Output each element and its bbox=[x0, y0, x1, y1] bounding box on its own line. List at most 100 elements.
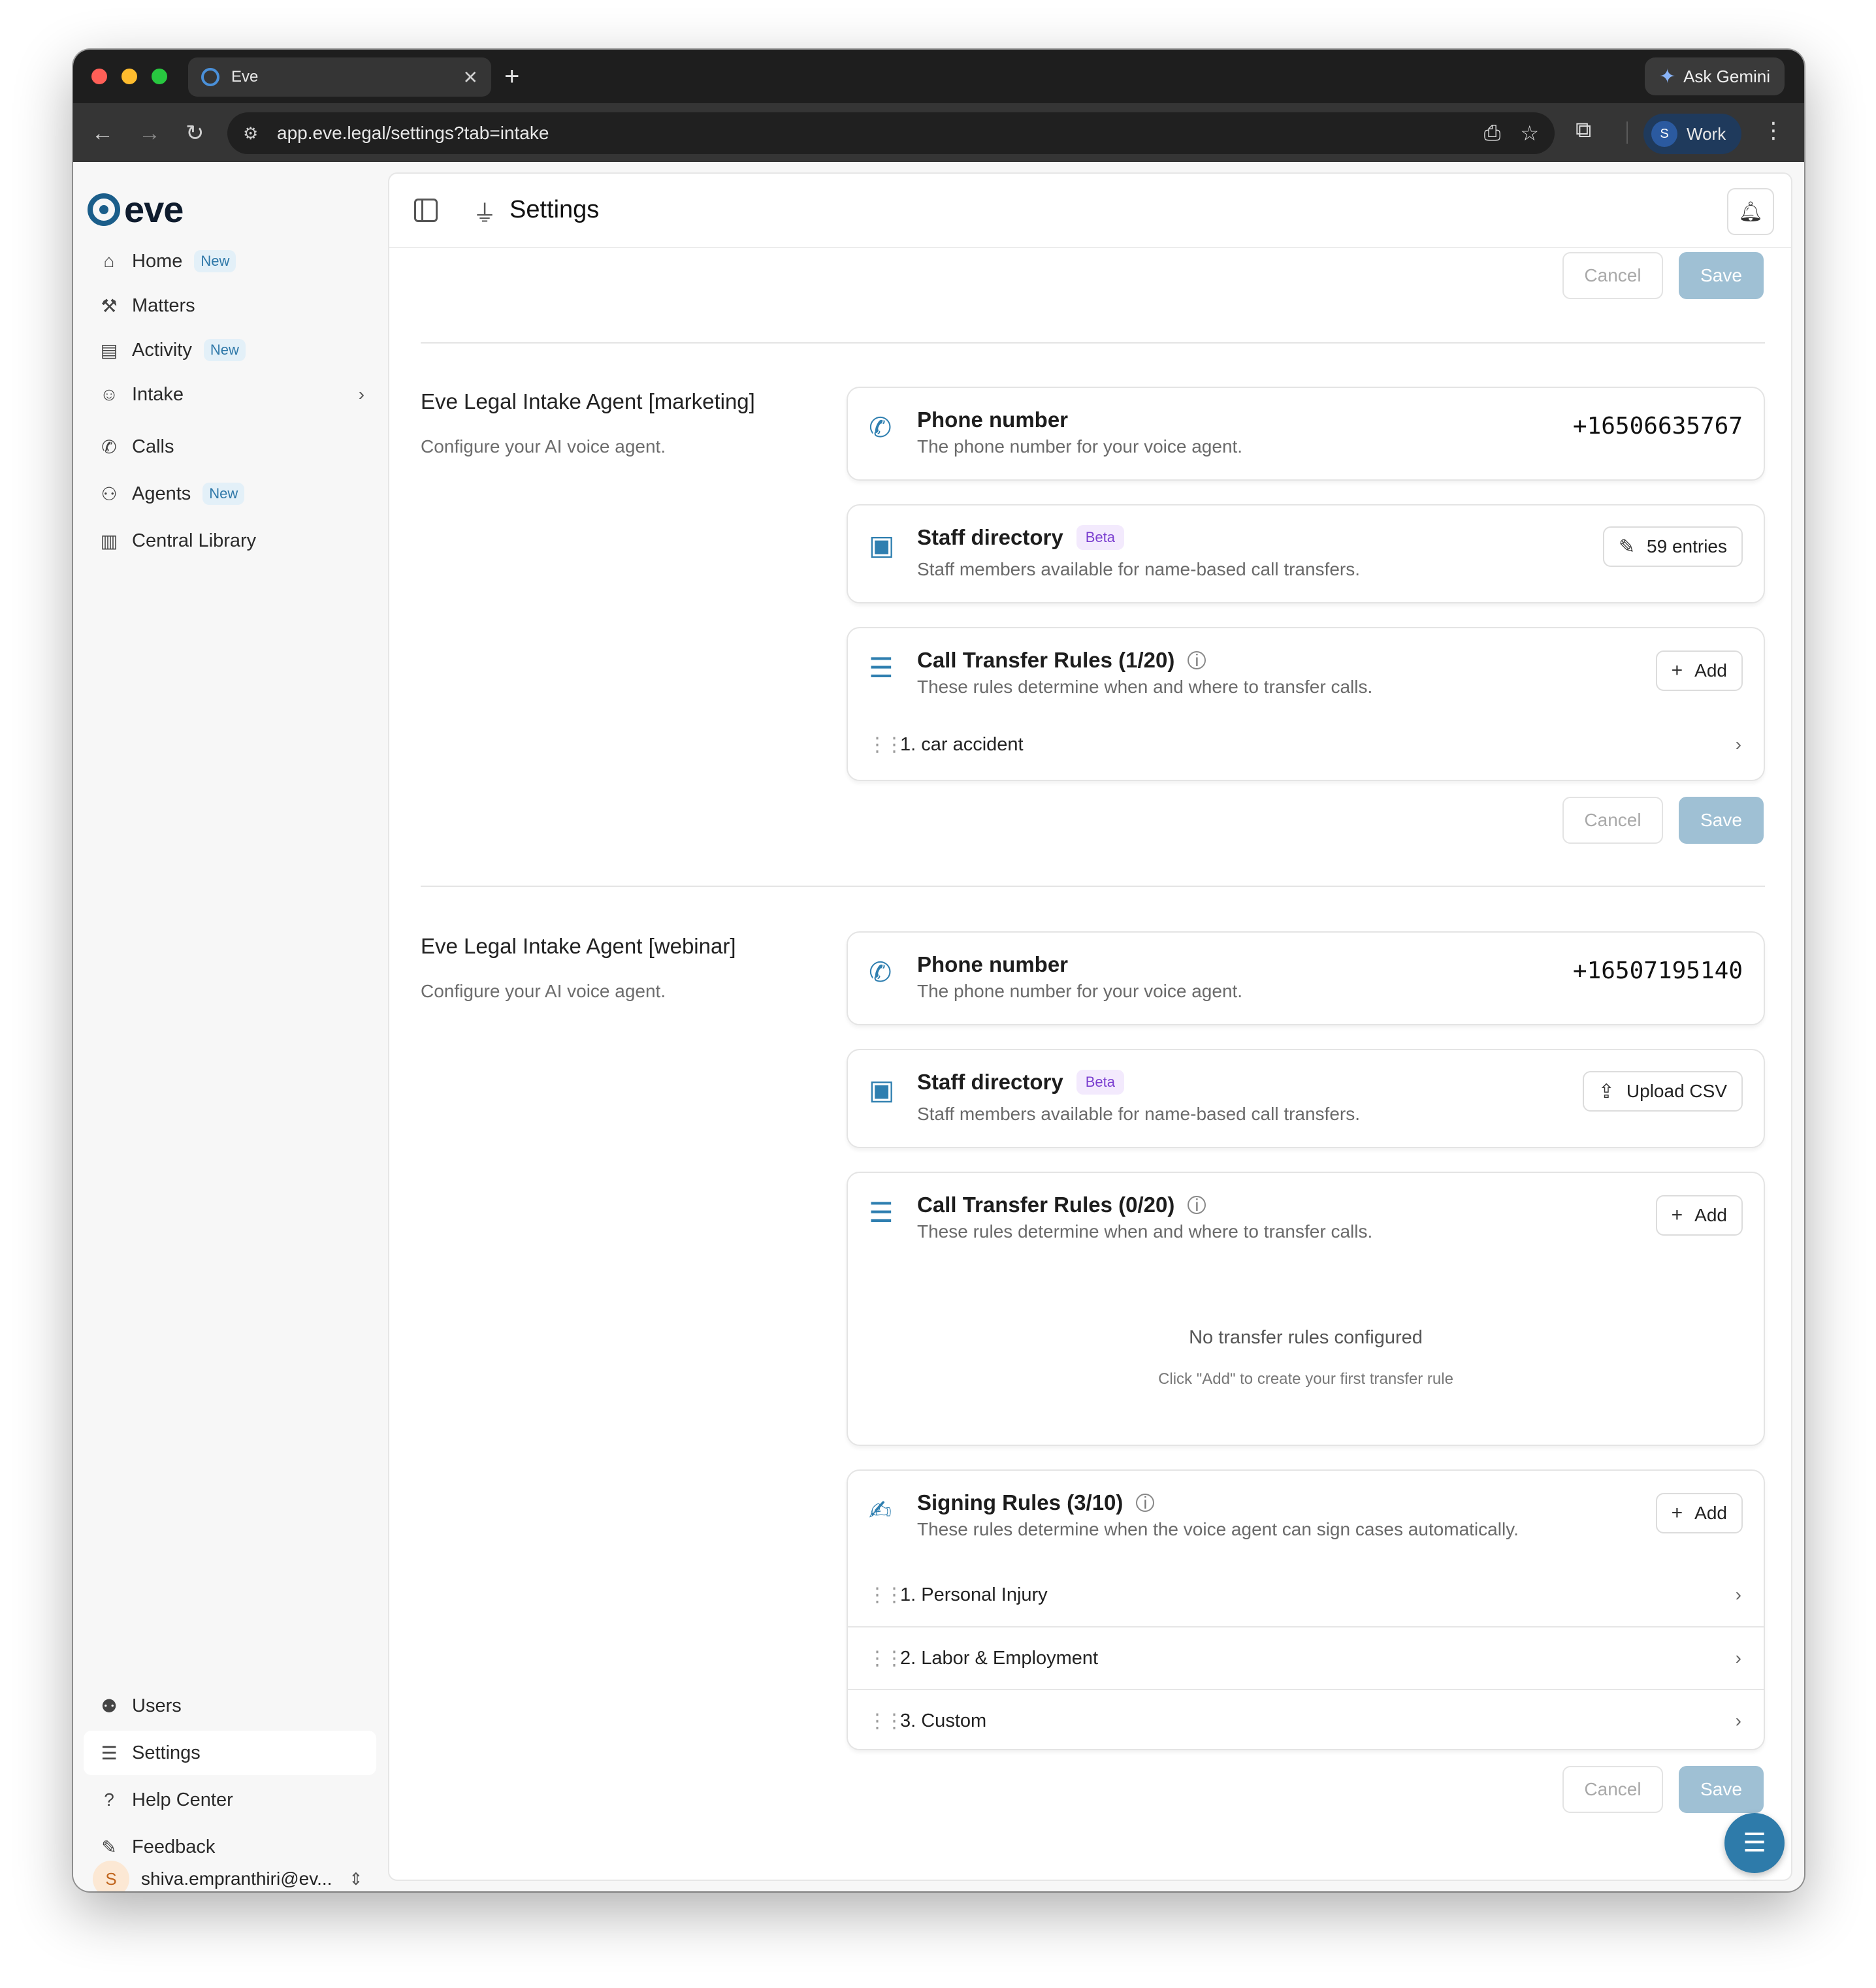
new-badge: New bbox=[203, 339, 246, 361]
new-tab-button[interactable]: + bbox=[504, 60, 519, 93]
info-icon[interactable]: i bbox=[1136, 1493, 1155, 1513]
sidebar-item-settings[interactable]: ☰ Settings bbox=[84, 1731, 376, 1775]
drag-handle-icon[interactable]: ⋮⋮ bbox=[867, 733, 904, 756]
call-transfer-rules-card: ☰ Call Transfer Rules (1/20) i These rul… bbox=[847, 627, 1765, 781]
browser-tabbar: Eve ✕ + ✦ Ask Gemini bbox=[73, 50, 1804, 103]
page-title: Settings bbox=[509, 196, 600, 223]
forward-arrow-icon[interactable]: → bbox=[138, 120, 161, 146]
edit-entries-button[interactable]: ✎ 59 entries bbox=[1602, 526, 1743, 567]
toolbar-divider bbox=[1626, 121, 1628, 144]
add-signing-rule-button[interactable]: + Add bbox=[1655, 1493, 1743, 1533]
browser-menu-icon[interactable]: ⋮ bbox=[1762, 118, 1785, 144]
cancel-button[interactable]: Cancel bbox=[1562, 1766, 1663, 1813]
sidebar-item-intake[interactable]: ☺ Intake › bbox=[84, 372, 376, 417]
user-email: shiva.empranthiri@ev... bbox=[141, 1868, 332, 1889]
card-title: Staff directory Beta bbox=[917, 1070, 1124, 1095]
plus-icon: + bbox=[1671, 1204, 1683, 1226]
sidebar-item-central-library[interactable]: ▥ Central Library bbox=[84, 519, 376, 563]
upload-csv-button[interactable]: ⇪ Upload CSV bbox=[1582, 1071, 1743, 1112]
gavel-icon: ⚒ bbox=[101, 295, 118, 316]
sidebar-item-calls[interactable]: ✆ Calls bbox=[84, 425, 376, 469]
add-label: Add bbox=[1694, 660, 1727, 681]
sidebar-item-label: Central Library bbox=[132, 530, 257, 551]
back-arrow-icon[interactable]: ← bbox=[91, 120, 114, 146]
info-icon[interactable]: i bbox=[1188, 1195, 1206, 1215]
install-app-icon[interactable]: ⎙ bbox=[1484, 121, 1501, 146]
add-transfer-rule-button[interactable]: + Add bbox=[1655, 1195, 1743, 1236]
notifications-bell-icon[interactable]: 🔔︎ bbox=[1727, 188, 1774, 235]
help-icon: ? bbox=[104, 1789, 114, 1810]
sidebar-item-label: Home bbox=[132, 250, 183, 272]
sidebar-item-matters[interactable]: ⚒ Matters bbox=[84, 283, 376, 328]
sidebar-item-users[interactable]: ⚉ Users bbox=[84, 1684, 376, 1728]
rule-label: 3. Custom bbox=[900, 1710, 987, 1731]
sidebar-item-agents[interactable]: ⚇ Agents New bbox=[84, 472, 376, 516]
signing-rules-title: Signing Rules (3/10) bbox=[917, 1490, 1124, 1515]
cancel-button[interactable]: Cancel bbox=[1562, 252, 1663, 299]
list-item[interactable]: ⋮⋮ 3. Custom › bbox=[848, 1689, 1764, 1752]
plus-icon: + bbox=[1671, 660, 1683, 681]
transfer-rules-title: Call Transfer Rules (0/20) bbox=[917, 1193, 1175, 1217]
minimize-window-button[interactable] bbox=[121, 69, 137, 84]
staff-directory-title: Staff directory bbox=[917, 525, 1063, 549]
card-subtitle: The phone number for your voice agent. bbox=[917, 981, 1243, 1001]
save-button[interactable]: Save bbox=[1679, 1766, 1764, 1813]
ask-gemini-button[interactable]: ✦ Ask Gemini bbox=[1644, 57, 1785, 95]
extensions-icon[interactable]: ⧉ bbox=[1576, 118, 1591, 143]
signature-document-icon: ✍ bbox=[869, 1495, 892, 1526]
maximize-window-button[interactable] bbox=[152, 69, 167, 84]
phone-number-value: +16506635767 bbox=[1572, 413, 1743, 440]
url-text[interactable]: app.eve.legal/settings?tab=intake bbox=[277, 123, 1464, 144]
drag-handle-icon[interactable]: ⋮⋮ bbox=[867, 1647, 904, 1670]
sidebar-item-home[interactable]: ⌂ Home New bbox=[84, 239, 376, 283]
sidebar-toggle-icon[interactable] bbox=[414, 199, 438, 222]
library-icon: ▥ bbox=[100, 530, 118, 551]
beta-badge: Beta bbox=[1076, 1070, 1124, 1095]
gemini-sparkle-icon: ✦ bbox=[1658, 65, 1676, 88]
site-settings-icon[interactable]: ⚙ bbox=[243, 123, 263, 144]
drag-handle-icon[interactable]: ⋮⋮ bbox=[867, 1710, 904, 1733]
card-title: Call Transfer Rules (1/20) i bbox=[917, 648, 1206, 673]
sidebar-item-activity[interactable]: ▤ Activity New bbox=[84, 328, 376, 372]
call-transfer-rules-card: ☰ Call Transfer Rules (0/20) i These rul… bbox=[847, 1172, 1765, 1446]
eve-logo-mark-icon bbox=[88, 193, 120, 226]
browser-tab[interactable]: Eve ✕ bbox=[188, 57, 491, 97]
phone-number-card: ✆ Phone number The phone number for your… bbox=[847, 387, 1765, 481]
list-item[interactable]: ⋮⋮ 1. Personal Injury › bbox=[848, 1563, 1764, 1626]
address-bar[interactable]: ⚙ app.eve.legal/settings?tab=intake ⎙ ☆ bbox=[227, 112, 1555, 154]
app-root: eve ⌂ Home New ⚒ Matters ▤ Activity New bbox=[73, 162, 1804, 1891]
cancel-button[interactable]: Cancel bbox=[1562, 797, 1663, 844]
staff-directory-card: ▣ Staff directory Beta Staff members ava… bbox=[847, 504, 1765, 603]
save-button[interactable]: Save bbox=[1679, 252, 1764, 299]
bookmark-star-icon[interactable]: ☆ bbox=[1520, 121, 1539, 146]
sidebar-item-label: Help Center bbox=[132, 1789, 233, 1810]
upload-csv-label: Upload CSV bbox=[1626, 1081, 1727, 1101]
close-window-button[interactable] bbox=[91, 69, 107, 84]
card-title: Call Transfer Rules (0/20) i bbox=[917, 1193, 1206, 1217]
pencil-icon: ✎ bbox=[1618, 536, 1636, 558]
eve-logo[interactable]: eve bbox=[88, 188, 184, 231]
save-button[interactable]: Save bbox=[1679, 797, 1764, 844]
drag-handle-icon[interactable]: ⋮⋮ bbox=[867, 1584, 904, 1607]
agent-title: Eve Legal Intake Agent [webinar] bbox=[421, 934, 736, 958]
section-divider bbox=[421, 342, 1765, 344]
sidebar-item-label: Intake bbox=[132, 383, 184, 405]
info-icon[interactable]: i bbox=[1188, 650, 1206, 670]
sidebar-item-help-center[interactable]: ? Help Center bbox=[84, 1778, 376, 1822]
section-divider bbox=[421, 886, 1765, 887]
contact-book-icon: ▣ bbox=[869, 530, 895, 560]
close-tab-icon[interactable]: ✕ bbox=[463, 67, 478, 88]
profile-avatar: S bbox=[1651, 121, 1677, 147]
user-account-switcher[interactable]: S shiva.empranthiri@ev... ⇕ bbox=[84, 1856, 376, 1891]
sliders-icon: ☰ bbox=[101, 1742, 118, 1763]
agent-subtitle: Configure your AI voice agent. bbox=[421, 981, 666, 1001]
add-transfer-rule-button[interactable]: + Add bbox=[1655, 650, 1743, 691]
phone-icon: ✆ bbox=[101, 436, 117, 457]
chat-support-icon[interactable]: ☰ bbox=[1724, 1813, 1785, 1873]
profile-button[interactable]: S Work bbox=[1643, 114, 1742, 154]
reload-icon[interactable]: ↻ bbox=[186, 120, 204, 146]
list-item[interactable]: ⋮⋮ 2. Labor & Employment › bbox=[848, 1626, 1764, 1689]
list-item[interactable]: ⋮⋮ 1. car accident › bbox=[848, 713, 1764, 776]
phone-number-title: Phone number bbox=[917, 952, 1069, 976]
card-title: Phone number bbox=[917, 952, 1068, 977]
